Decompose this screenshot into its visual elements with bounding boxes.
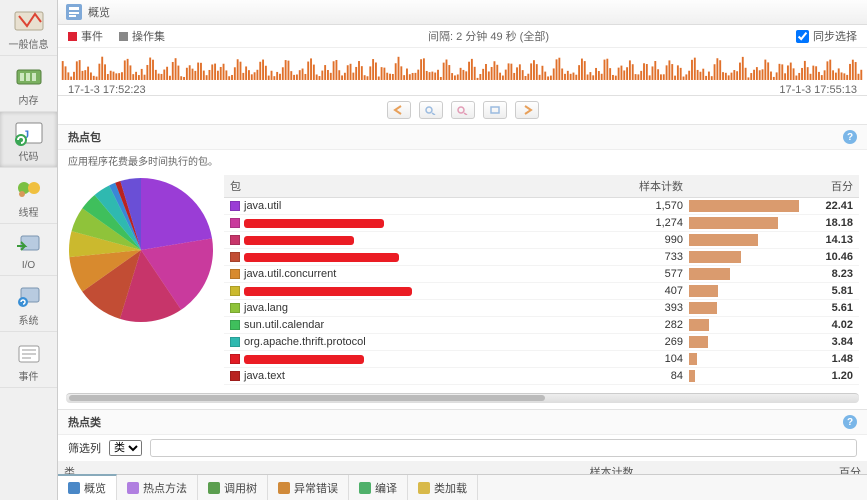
tab-5[interactable]: 类加载: [408, 475, 478, 500]
legend-opset: 操作集: [119, 28, 165, 44]
color-swatch-icon: [230, 320, 240, 330]
tab-2[interactable]: 调用树: [198, 475, 268, 500]
tab-3[interactable]: 异常错误: [268, 475, 349, 500]
nav-zoom-in-button[interactable]: [419, 101, 443, 119]
sidebar-item-general-info[interactable]: 一般信息: [0, 0, 57, 56]
general-info-icon: [13, 6, 45, 34]
color-swatch-icon: [230, 269, 240, 279]
hot-classes-section: 热点类 ? 筛选列 类 类 样本计数 百分 99014.13java.util.…: [58, 410, 867, 474]
interval-label: 间隔: 2 分钟 49 秒 (全部): [181, 28, 796, 44]
table-row[interactable]: java.util.concurrent5778.23: [224, 266, 859, 283]
tab-icon: [68, 482, 80, 494]
tab-icon: [278, 482, 290, 494]
left-sidebar: 一般信息内存J代码线程I/O系统事件: [0, 0, 58, 500]
table-row[interactable]: 1,27418.18: [224, 215, 859, 232]
main-panel: 概览 事件 操作集 间隔: 2 分钟 49 秒 (全部) 同步选择 17-1-3…: [58, 0, 867, 500]
timeline-start: 17-1-3 17:52:23: [68, 84, 146, 96]
nav-left-button[interactable]: [387, 101, 411, 119]
color-swatch-icon: [230, 337, 240, 347]
code-icon: J: [13, 118, 45, 146]
title-bar: 概览: [58, 0, 867, 25]
col-class[interactable]: 类: [58, 461, 519, 474]
sidebar-item-threads[interactable]: 线程: [0, 168, 57, 224]
table-row[interactable]: org.apache.thrift.protocol2693.84: [224, 334, 859, 351]
sidebar-item-io[interactable]: I/O: [0, 224, 57, 276]
timeline-bars-icon: [58, 48, 867, 86]
io-icon: [13, 230, 45, 258]
sidebar-item-system[interactable]: 系统: [0, 276, 57, 332]
events-icon: [13, 338, 45, 366]
color-swatch-icon: [230, 252, 240, 262]
hot-classes-table: 类 样本计数 百分 99014.13java.util.HashMap6319.…: [58, 461, 867, 474]
timeline-chart[interactable]: 17-1-3 17:52:23 17-1-3 17:55:13: [58, 48, 867, 96]
timeline-end: 17-1-3 17:55:13: [779, 84, 857, 96]
color-swatch-icon: [230, 303, 240, 313]
page-title: 概览: [88, 4, 110, 20]
hot-packages-section: 热点包 ? 应用程序花费最多时间执行的包。 包 样本计数 百分 jav: [58, 125, 867, 410]
nav-zoom-out-button[interactable]: [451, 101, 475, 119]
hot-packages-pie-chart: [66, 175, 216, 325]
help-icon[interactable]: ?: [843, 130, 857, 144]
col-package[interactable]: 包: [224, 175, 599, 198]
tab-0[interactable]: 概览: [58, 474, 117, 500]
nav-reset-button[interactable]: [483, 101, 507, 119]
tab-1[interactable]: 热点方法: [117, 475, 198, 500]
table-row[interactable]: 1041.48: [224, 351, 859, 368]
hot-packages-subtitle: 应用程序花费最多时间执行的包。: [58, 150, 867, 171]
event-swatch-icon: [68, 32, 77, 41]
hot-classes-title: 热点类: [68, 414, 101, 430]
content-scroll: 热点包 ? 应用程序花费最多时间执行的包。 包 样本计数 百分 jav: [58, 125, 867, 474]
h-scrollbar[interactable]: [66, 393, 859, 403]
threads-icon: [13, 174, 45, 202]
col-samples[interactable]: 样本计数: [599, 175, 689, 198]
tab-icon: [418, 482, 430, 494]
help-icon[interactable]: ?: [843, 415, 857, 429]
col-class-percent[interactable]: 百分: [787, 461, 867, 474]
tab-icon: [208, 482, 220, 494]
col-percent[interactable]: 百分: [799, 175, 859, 198]
memory-icon: [13, 62, 45, 90]
sync-select-checkbox[interactable]: 同步选择: [796, 28, 857, 44]
color-swatch-icon: [230, 235, 240, 245]
table-row[interactable]: 99014.13: [224, 232, 859, 249]
system-icon: [13, 282, 45, 310]
hot-packages-title: 热点包: [68, 129, 101, 145]
table-row[interactable]: java.text841.20: [224, 368, 859, 385]
col-class-samples[interactable]: 样本计数: [519, 461, 639, 474]
overview-icon: [66, 4, 82, 20]
hot-packages-table: 包 样本计数 百分 java.util1,57022.411,27418.189…: [224, 175, 859, 385]
filter-column-select[interactable]: 类: [109, 440, 142, 456]
legend-event: 事件: [68, 28, 103, 44]
event-legend-bar: 事件 操作集 间隔: 2 分钟 49 秒 (全部) 同步选择: [58, 25, 867, 48]
sidebar-item-memory[interactable]: 内存: [0, 56, 57, 112]
filter-search-input[interactable]: [150, 439, 857, 457]
tab-icon: [359, 482, 371, 494]
table-row[interactable]: sun.util.calendar2824.02: [224, 317, 859, 334]
tab-icon: [127, 482, 139, 494]
color-swatch-icon: [230, 371, 240, 381]
color-swatch-icon: [230, 354, 240, 364]
bottom-tabbar: 概览热点方法调用树异常错误编译类加载: [58, 474, 867, 500]
sidebar-item-code[interactable]: J代码: [0, 112, 57, 168]
nav-right-button[interactable]: [515, 101, 539, 119]
sidebar-item-events[interactable]: 事件: [0, 332, 57, 388]
color-swatch-icon: [230, 201, 240, 211]
table-row[interactable]: java.util1,57022.41: [224, 198, 859, 215]
tab-4[interactable]: 编译: [349, 475, 408, 500]
table-row[interactable]: 4075.81: [224, 283, 859, 300]
color-swatch-icon: [230, 286, 240, 296]
opset-swatch-icon: [119, 32, 128, 41]
timeline-nav-buttons: [58, 96, 867, 125]
filter-label: 筛选列: [68, 440, 101, 456]
color-swatch-icon: [230, 218, 240, 228]
table-row[interactable]: 73310.46: [224, 249, 859, 266]
table-row[interactable]: java.lang3935.61: [224, 300, 859, 317]
